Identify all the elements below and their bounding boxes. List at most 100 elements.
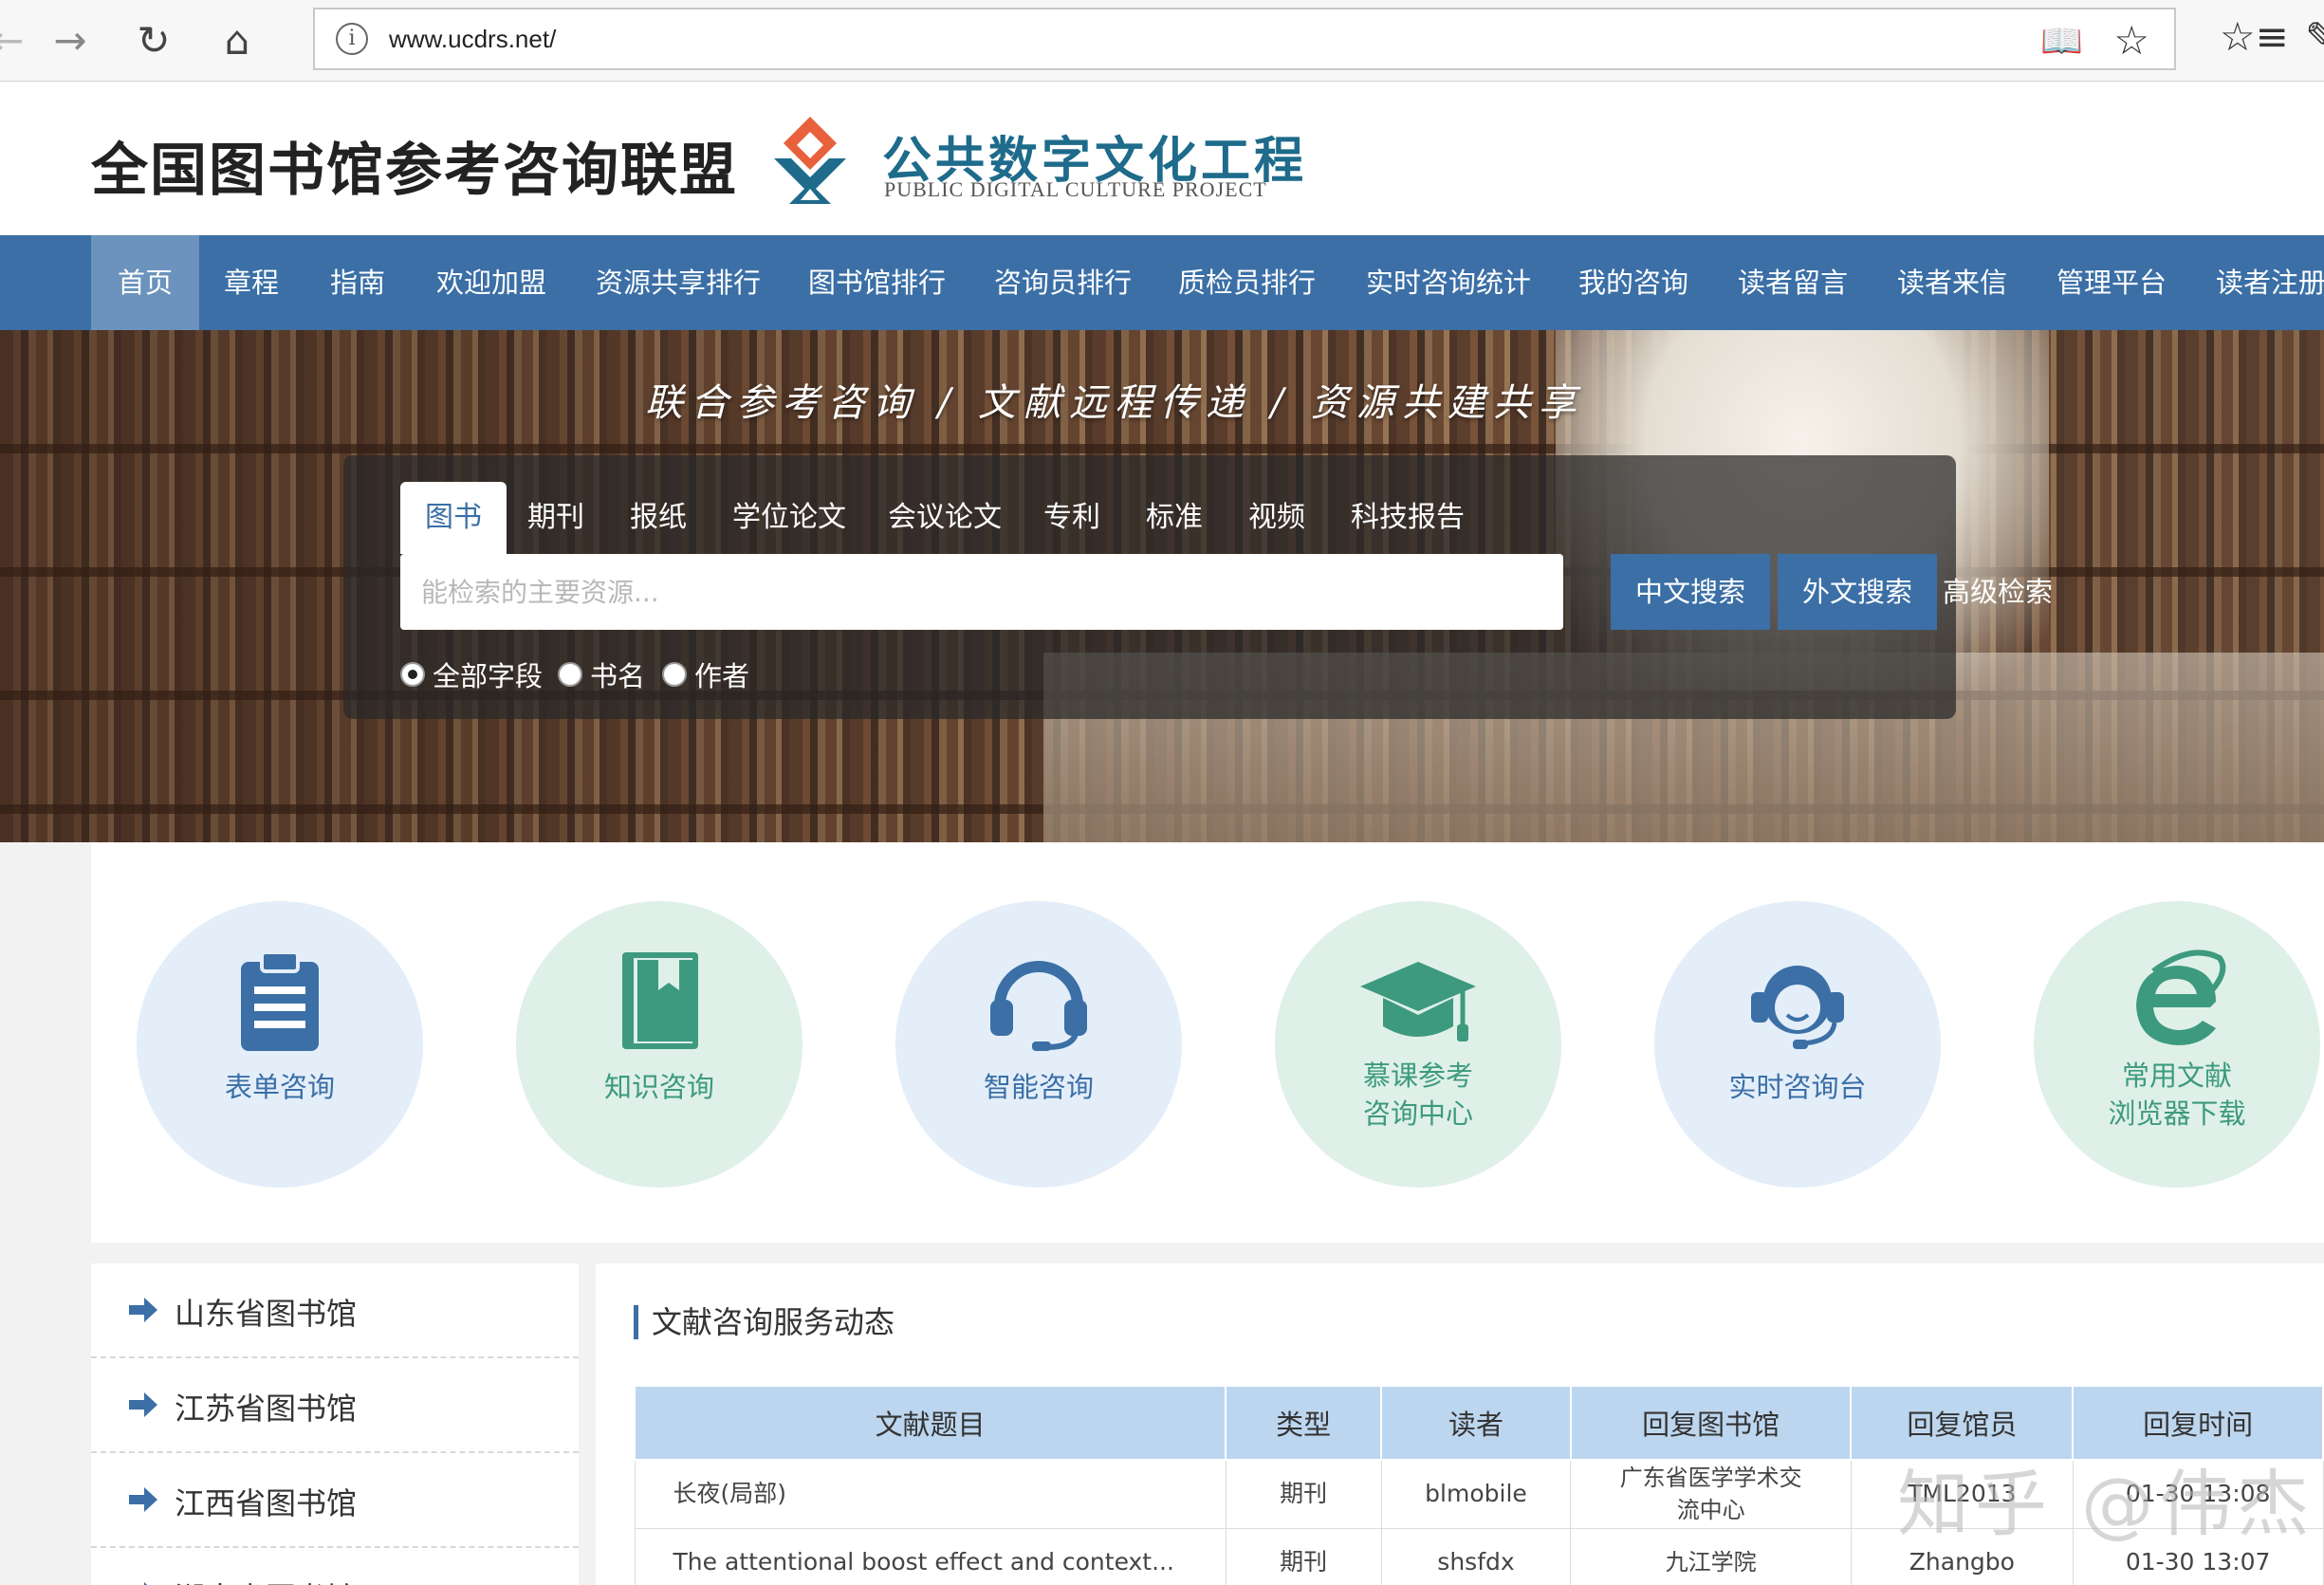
chinese-search-button[interactable]: 中文搜索 [1611,554,1771,630]
url-text[interactable]: www.ucdrs.net/ [389,25,556,54]
pen-icon[interactable]: ✎ [2305,13,2324,60]
arrow-right-icon [129,1392,157,1417]
service-realtime-desk[interactable]: 实时咨询台 [1654,901,1941,1188]
back-icon[interactable]: ← [0,13,34,66]
service-label: 咨询中心 [1362,1097,1473,1130]
service-label: 慕课参考 [1362,1060,1473,1092]
search-panel: 图书 期刊 报纸 学位论文 会议论文 专利 标准 视频 科技报告 中文搜索 外文… [343,455,2053,719]
library-name[interactable]: 湖南省图书馆 [175,1575,357,1585]
favorite-star-icon[interactable]: ☆ [2113,17,2149,64]
column-header: 类型 [1225,1385,1383,1461]
doc-library: 广东省医学学术交 流中心 [1570,1459,1852,1529]
nav-item-guide[interactable]: 指南 [304,235,412,330]
doc-library-text: 广东省医学学术交 流中心 [1619,1465,1802,1524]
tab-newspapers[interactable]: 报纸 [630,482,687,554]
service-mooc-center[interactable]: 慕课参考 咨询中心 [1275,901,1561,1188]
column-header: 读者 [1380,1385,1572,1461]
tab-books[interactable]: 图书 [400,482,507,554]
list-item[interactable]: 江苏省图书馆 [91,1358,579,1453]
radio-icon[interactable] [662,662,687,687]
nav-item-consultant-ranking[interactable]: 咨询员排行 [968,235,1158,330]
home-icon[interactable]: ⌂ [211,13,264,66]
library-name[interactable]: 江西省图书馆 [175,1480,357,1523]
nav-item-reader-letters[interactable]: 读者来信 [1871,235,2034,330]
nav-item-join[interactable]: 欢迎加盟 [410,235,573,330]
refresh-icon[interactable]: ↻ [127,13,180,66]
tab-videos[interactable]: 视频 [1248,482,1305,554]
panel-title: 文献咨询服务动态 [634,1305,895,1339]
radio-label: 作者 [694,660,750,692]
site-title[interactable]: 全国图书馆参考咨询联盟 [91,124,738,207]
nav-item-home[interactable]: 首页 [91,235,200,330]
tab-tech-reports[interactable]: 科技报告 [1351,482,1465,554]
service-label: 浏览器下载 [2108,1097,2246,1130]
service-entries: 表单咨询 知识咨询 智能咨询 慕课参考 咨询中心 实时咨询台 常用文献 浏览器下… [91,842,2324,1243]
arrow-right-icon [129,1487,157,1512]
service-label: 常用文献 [2121,1060,2232,1092]
foreign-search-button[interactable]: 外文搜索 [1778,554,1938,630]
nav-item-admin-platform[interactable]: 管理平台 [2030,235,2193,330]
logo-icon [774,117,846,204]
tab-theses[interactable]: 学位论文 [732,482,846,554]
nav-item-realtime-stats[interactable]: 实时咨询统计 [1339,235,1558,330]
service-label: 智能咨询 [983,1071,1094,1103]
doc-reader: blmobile [1380,1459,1572,1529]
doc-type: 期刊 [1225,1527,1382,1585]
service-knowledge-consult[interactable]: 知识咨询 [516,901,802,1188]
nav-item-register[interactable]: 读者注册 [2189,235,2324,330]
radio-icon[interactable] [558,662,582,687]
library-name[interactable]: 江苏省图书馆 [175,1385,357,1428]
reading-view-icon[interactable]: 📖 [2040,21,2083,61]
advanced-search-link[interactable]: 高级检索 [1943,554,2053,630]
tab-patents[interactable]: 专利 [1043,482,1100,554]
doc-reader: shsfdx [1380,1527,1572,1585]
radio-label: 全部字段 [433,660,544,692]
list-item[interactable]: 江西省图书馆 [91,1453,579,1548]
nav-item-resource-ranking[interactable]: 资源共享排行 [569,235,787,330]
nav-item-charter[interactable]: 章程 [197,235,305,330]
tab-journals[interactable]: 期刊 [527,482,584,554]
address-bar[interactable]: i www.ucdrs.net/ 📖 ☆ [313,8,2176,70]
doc-title[interactable]: The attentional boost effect and context… [634,1527,1227,1585]
site-header: 全国图书馆参考咨询联盟 公共数字文化工程 PUBLIC DIGITAL CULT… [0,83,2324,234]
service-form-consult[interactable]: 表单咨询 [137,901,423,1188]
browser-toolbar: ← → ↻ ⌂ i www.ucdrs.net/ 📖 ☆ ☆≡ ✎ [0,0,2324,82]
tab-conference-papers[interactable]: 会议论文 [888,482,1002,554]
service-smart-consult[interactable]: 智能咨询 [895,901,1182,1188]
library-list: 山东省图书馆 江苏省图书馆 江西省图书馆 湖南省图书馆 [91,1263,579,1585]
search-input[interactable] [400,554,1563,630]
service-browser-download[interactable]: 常用文献 浏览器下载 [2034,901,2320,1188]
graduation-cap-icon [1275,949,1561,1053]
main-nav: 首页 章程 指南 欢迎加盟 资源共享排行 图书馆排行 咨询员排行 质检员排行 实… [0,235,2324,330]
library-name[interactable]: 山东省图书馆 [175,1290,357,1334]
book-icon [516,949,802,1053]
service-label: 知识咨询 [603,1071,714,1103]
favorites-hub-icon[interactable]: ☆≡ [2220,13,2289,60]
list-item[interactable]: 山东省图书馆 [91,1263,579,1358]
service-label: 实时咨询台 [1728,1071,1867,1103]
nav-item-inspector-ranking[interactable]: 质检员排行 [1152,235,1342,330]
service-label: 表单咨询 [224,1071,335,1103]
nav-item-library-ranking[interactable]: 图书馆排行 [782,235,972,330]
tab-standards[interactable]: 标准 [1146,482,1203,554]
headset-icon [895,949,1182,1053]
radio-all-fields[interactable]: 全部字段 [400,654,543,694]
doc-library: 九江学院 [1570,1527,1852,1585]
ie-browser-icon [2034,949,2320,1053]
radio-selected-icon[interactable] [400,662,425,687]
info-icon[interactable]: i [336,23,368,55]
nav-item-my-consults[interactable]: 我的咨询 [1552,235,1715,330]
column-header: 回复图书馆 [1569,1385,1853,1461]
radio-label: 书名 [590,660,646,692]
forward-icon[interactable]: → [44,13,97,66]
banner-slogan: 联合参考咨询 / 文献远程传递 / 资源共建共享 [645,381,1584,425]
radio-author[interactable]: 作者 [662,654,749,694]
nav-item-reader-messages[interactable]: 读者留言 [1711,235,1874,330]
arrow-right-icon [129,1298,157,1322]
logo-english-text: PUBLIC DIGITAL CULTURE PROJECT [884,177,1267,201]
doc-title[interactable]: 长夜(局部) [634,1459,1227,1529]
list-item[interactable]: 湖南省图书馆 [91,1548,579,1585]
agent-icon [1654,949,1941,1053]
radio-title[interactable]: 书名 [558,654,645,694]
clipboard-icon [137,949,423,1053]
